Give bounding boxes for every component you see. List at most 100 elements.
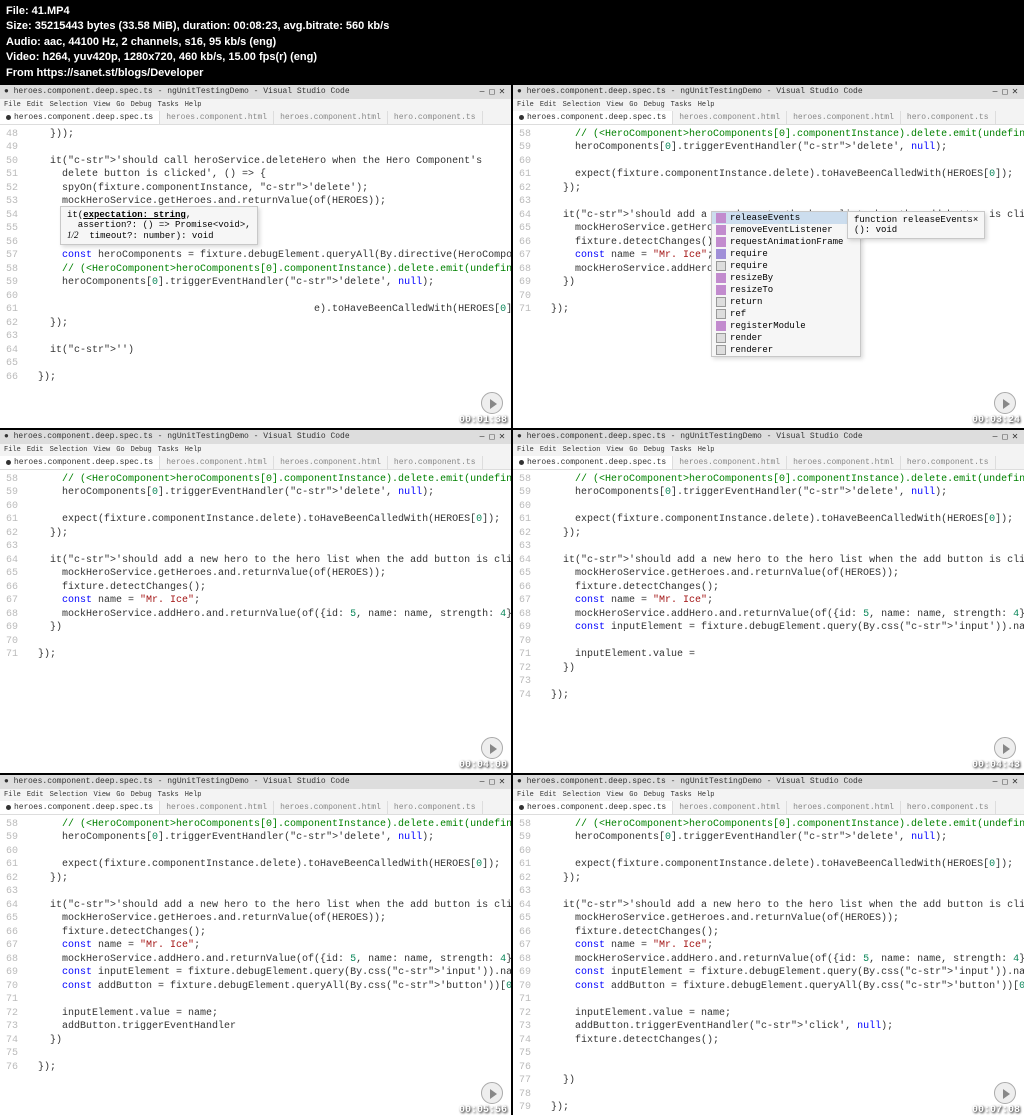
code-content[interactable]: // (<HeroComponent>heroComponents[0].com… [537, 815, 1024, 1115]
play-button-icon[interactable] [481, 737, 503, 759]
menu-selection[interactable]: Selection [563, 791, 601, 799]
minimize-button[interactable]: ─ [990, 778, 1000, 787]
menu-go[interactable]: Go [116, 791, 124, 799]
menu-selection[interactable]: Selection [50, 101, 88, 109]
menu-debug[interactable]: Debug [644, 101, 665, 109]
tab-2[interactable]: heroes.component.html [787, 111, 901, 124]
tab-0[interactable]: heroes.component.deep.spec.ts [0, 801, 160, 814]
menu-go[interactable]: Go [116, 446, 124, 454]
suggest-item[interactable]: resizeTo [712, 284, 860, 296]
tab-0[interactable]: heroes.component.deep.spec.ts [513, 456, 673, 469]
play-button-icon[interactable] [994, 1082, 1016, 1104]
menu-edit[interactable]: Edit [540, 101, 557, 109]
menu-edit[interactable]: Edit [540, 446, 557, 454]
suggest-item[interactable]: render [712, 332, 860, 344]
menu-debug[interactable]: Debug [131, 446, 152, 454]
menu-file[interactable]: File [517, 101, 534, 109]
menu-selection[interactable]: Selection [50, 446, 88, 454]
menu-help[interactable]: Help [185, 791, 202, 799]
menu-view[interactable]: View [93, 446, 110, 454]
tab-1[interactable]: heroes.component.html [160, 456, 274, 469]
menu-tasks[interactable]: Tasks [671, 101, 692, 109]
suggest-item[interactable]: renderer [712, 344, 860, 356]
tab-1[interactable]: heroes.component.html [160, 111, 274, 124]
close-icon[interactable]: × [973, 215, 978, 225]
menu-debug[interactable]: Debug [131, 101, 152, 109]
play-button-icon[interactable] [994, 737, 1016, 759]
menu-tasks[interactable]: Tasks [158, 791, 179, 799]
close-button[interactable]: ✕ [497, 432, 507, 442]
tab-0[interactable]: heroes.component.deep.spec.ts [513, 801, 673, 814]
menu-view[interactable]: View [606, 446, 623, 454]
code-content[interactable]: // (<HeroComponent>heroComponents[0].com… [537, 470, 1024, 706]
close-button[interactable]: ✕ [1010, 87, 1020, 97]
menu-help[interactable]: Help [185, 446, 202, 454]
maximize-button[interactable]: ◻ [1000, 87, 1010, 97]
menu-view[interactable]: View [93, 791, 110, 799]
maximize-button[interactable]: ◻ [487, 432, 497, 442]
suggest-item[interactable]: resizeBy [712, 272, 860, 284]
code-editor[interactable]: 58 59 60 61 62 63 64 65 66 67 68 69 70 7… [0, 470, 511, 665]
tab-2[interactable]: heroes.component.html [274, 111, 388, 124]
code-editor[interactable]: 58 59 60 61 62 63 64 65 66 67 68 69 70 7… [0, 815, 511, 1078]
tab-2[interactable]: heroes.component.html [787, 801, 901, 814]
menu-edit[interactable]: Edit [27, 791, 44, 799]
menu-tasks[interactable]: Tasks [158, 446, 179, 454]
menu-go[interactable]: Go [629, 446, 637, 454]
tab-1[interactable]: heroes.component.html [160, 801, 274, 814]
tab-0[interactable]: heroes.component.deep.spec.ts [0, 456, 160, 469]
close-button[interactable]: ✕ [497, 87, 507, 97]
menu-view[interactable]: View [606, 101, 623, 109]
menu-help[interactable]: Help [698, 101, 715, 109]
code-editor[interactable]: 58 59 60 61 62 63 64 65 66 67 68 69 70 7… [513, 815, 1024, 1115]
menu-tasks[interactable]: Tasks [671, 446, 692, 454]
suggest-item[interactable]: require [712, 260, 860, 272]
close-button[interactable]: ✕ [1010, 777, 1020, 787]
close-button[interactable]: ✕ [1010, 432, 1020, 442]
code-editor[interactable]: 48 49 50 51 52 53 54 55 56 57 58 59 60 6… [0, 125, 511, 388]
play-button-icon[interactable] [994, 392, 1016, 414]
menu-file[interactable]: File [517, 791, 534, 799]
suggest-item[interactable]: ref [712, 308, 860, 320]
code-editor[interactable]: 58 59 60 61 62 63 64 65 66 67 68 69 70 7… [513, 470, 1024, 706]
minimize-button[interactable]: ─ [990, 88, 1000, 97]
menu-go[interactable]: Go [116, 101, 124, 109]
menu-go[interactable]: Go [629, 791, 637, 799]
maximize-button[interactable]: ◻ [487, 777, 497, 787]
suggest-item[interactable]: registerModule [712, 320, 860, 332]
suggest-item[interactable]: require [712, 248, 860, 260]
tab-3[interactable]: hero.component.ts [901, 111, 996, 124]
menu-selection[interactable]: Selection [563, 101, 601, 109]
menu-file[interactable]: File [4, 446, 21, 454]
tab-1[interactable]: heroes.component.html [673, 801, 787, 814]
menu-view[interactable]: View [606, 791, 623, 799]
tab-3[interactable]: hero.component.ts [388, 111, 483, 124]
menu-selection[interactable]: Selection [563, 446, 601, 454]
tab-2[interactable]: heroes.component.html [274, 801, 388, 814]
close-button[interactable]: ✕ [497, 777, 507, 787]
minimize-button[interactable]: ─ [477, 778, 487, 787]
menu-go[interactable]: Go [629, 101, 637, 109]
maximize-button[interactable]: ◻ [487, 87, 497, 97]
menu-help[interactable]: Help [698, 791, 715, 799]
menu-file[interactable]: File [4, 101, 21, 109]
tab-1[interactable]: heroes.component.html [673, 111, 787, 124]
tab-3[interactable]: hero.component.ts [388, 456, 483, 469]
menu-debug[interactable]: Debug [644, 446, 665, 454]
autocomplete-popup[interactable]: releaseEventsremoveEventListenerrequestA… [711, 211, 861, 357]
maximize-button[interactable]: ◻ [1000, 432, 1010, 442]
menu-edit[interactable]: Edit [27, 101, 44, 109]
menu-help[interactable]: Help [185, 101, 202, 109]
suggest-item[interactable]: requestAnimationFrame [712, 236, 860, 248]
play-button-icon[interactable] [481, 1082, 503, 1104]
menu-edit[interactable]: Edit [27, 446, 44, 454]
menu-file[interactable]: File [517, 446, 534, 454]
tab-0[interactable]: heroes.component.deep.spec.ts [513, 111, 673, 124]
menu-tasks[interactable]: Tasks [158, 101, 179, 109]
code-content[interactable]: // (<HeroComponent>heroComponents[0].com… [24, 470, 511, 665]
code-content[interactable]: // (<HeroComponent>heroComponents[0].com… [24, 815, 511, 1078]
tab-3[interactable]: hero.component.ts [901, 456, 996, 469]
tab-0[interactable]: heroes.component.deep.spec.ts [0, 111, 160, 124]
tab-2[interactable]: heroes.component.html [274, 456, 388, 469]
tab-3[interactable]: hero.component.ts [901, 801, 996, 814]
